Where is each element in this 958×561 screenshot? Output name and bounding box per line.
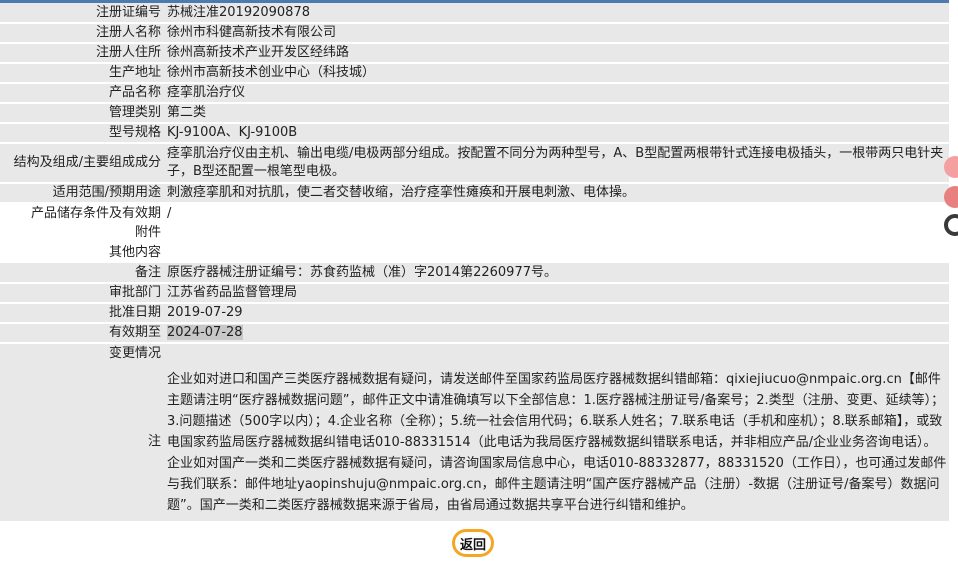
label-valid-until: 有效期至 — [0, 323, 167, 344]
value-intended-use: 刺激痉挛肌和对抗肌，使二者交替收缩，治疗痉挛性瘫痪和开展电刺激、电体操。 — [167, 183, 949, 204]
value-storage-conditions: / — [167, 203, 949, 223]
value-model-spec: KJ-9100A、KJ-9100B — [167, 123, 949, 144]
value-registrant-name: 徐州市科健高新技术有限公司 — [167, 23, 949, 44]
label-registration-number: 注册证编号 — [0, 3, 167, 24]
value-other-content — [167, 243, 949, 263]
value-structure-composition: 痉挛肌治疗仪由主机、输出电缆/电极两部分组成。按配置不同分为两种型号，A、B型配… — [167, 143, 949, 184]
row-registration-number: 注册证编号 苏械注准20192090878 — [0, 3, 949, 24]
row-registrant-name: 注册人名称 徐州市科健高新技术有限公司 — [0, 23, 949, 44]
back-button-label: 返回 — [455, 532, 491, 554]
label-storage-conditions: 产品储存条件及有效期 — [0, 203, 167, 223]
label-change-status: 变更情况 — [0, 343, 167, 363]
row-management-category: 管理类别 第二类 — [0, 103, 949, 124]
row-approval-department: 审批部门 江苏省药品监督管理局 — [0, 283, 949, 304]
back-button[interactable]: 返回 — [452, 529, 494, 557]
row-model-spec: 型号规格 KJ-9100A、KJ-9100B — [0, 123, 949, 144]
value-attachments — [167, 223, 949, 243]
value-remarks: 原医疗器械注册证编号：苏食药监械（准）字2014第2260977号。 — [167, 263, 949, 284]
row-registrant-address: 注册人住所 徐州高新技术产业开发区经纬路 — [0, 43, 949, 64]
back-button-wrap: 返回 — [452, 529, 500, 557]
label-approval-date: 批准日期 — [0, 303, 167, 324]
value-product-name: 痉挛肌治疗仪 — [167, 83, 949, 104]
row-structure-composition: 结构及组成/主要组成成分 痉挛肌治疗仪由主机、输出电缆/电极两部分组成。按配置不… — [0, 143, 949, 184]
row-product-name: 产品名称 痉挛肌治疗仪 — [0, 83, 949, 104]
label-production-address: 生产地址 — [0, 63, 167, 84]
label-structure-composition: 结构及组成/主要组成成分 — [0, 143, 167, 184]
label-other-content: 其他内容 — [0, 243, 167, 263]
row-note: 注 企业如对进口和国产三类医疗器械数据有疑问，请发送邮件至国家药监局医疗器械数据… — [0, 363, 949, 521]
row-valid-until: 有效期至 2024-07-28 — [0, 323, 949, 344]
value-note: 企业如对进口和国产三类医疗器械数据有疑问，请发送邮件至国家药监局医疗器械数据纠错… — [167, 363, 949, 521]
value-registration-number: 苏械注准20192090878 — [167, 3, 949, 24]
value-production-address: 徐州市高新技术创业中心（科技城） — [167, 63, 949, 84]
value-change-status — [167, 343, 949, 363]
label-registrant-name: 注册人名称 — [0, 23, 167, 44]
registration-detail-table: 注册证编号 苏械注准20192090878 注册人名称 徐州市科健高新技术有限公… — [0, 3, 949, 521]
label-intended-use: 适用范围/预期用途 — [0, 183, 167, 204]
row-attachments: 附件 — [0, 223, 949, 243]
row-change-status: 变更情况 — [0, 343, 949, 363]
label-note: 注 — [0, 363, 167, 521]
label-attachments: 附件 — [0, 223, 167, 243]
row-remarks: 备注 原医疗器械注册证编号：苏食药监械（准）字2014第2260977号。 — [0, 263, 949, 284]
label-registrant-address: 注册人住所 — [0, 43, 167, 64]
value-valid-until: 2024-07-28 — [167, 325, 243, 340]
label-product-name: 产品名称 — [0, 83, 167, 104]
value-valid-until-cell: 2024-07-28 — [167, 323, 949, 344]
row-intended-use: 适用范围/预期用途 刺激痉挛肌和对抗肌，使二者交替收缩，治疗痉挛性瘫痪和开展电刺… — [0, 183, 949, 204]
row-storage-conditions: 产品储存条件及有效期 / — [0, 203, 949, 223]
label-approval-department: 审批部门 — [0, 283, 167, 304]
value-management-category: 第二类 — [167, 103, 949, 124]
row-production-address: 生产地址 徐州市高新技术创业中心（科技城） — [0, 63, 949, 84]
label-management-category: 管理类别 — [0, 103, 167, 124]
row-other-content: 其他内容 — [0, 243, 949, 263]
row-approval-date: 批准日期 2019-07-29 — [0, 303, 949, 324]
label-model-spec: 型号规格 — [0, 123, 167, 144]
value-approval-date: 2019-07-29 — [167, 303, 949, 324]
label-remarks: 备注 — [0, 263, 167, 284]
value-approval-department: 江苏省药品监督管理局 — [167, 283, 949, 304]
value-registrant-address: 徐州高新技术产业开发区经纬路 — [167, 43, 949, 64]
